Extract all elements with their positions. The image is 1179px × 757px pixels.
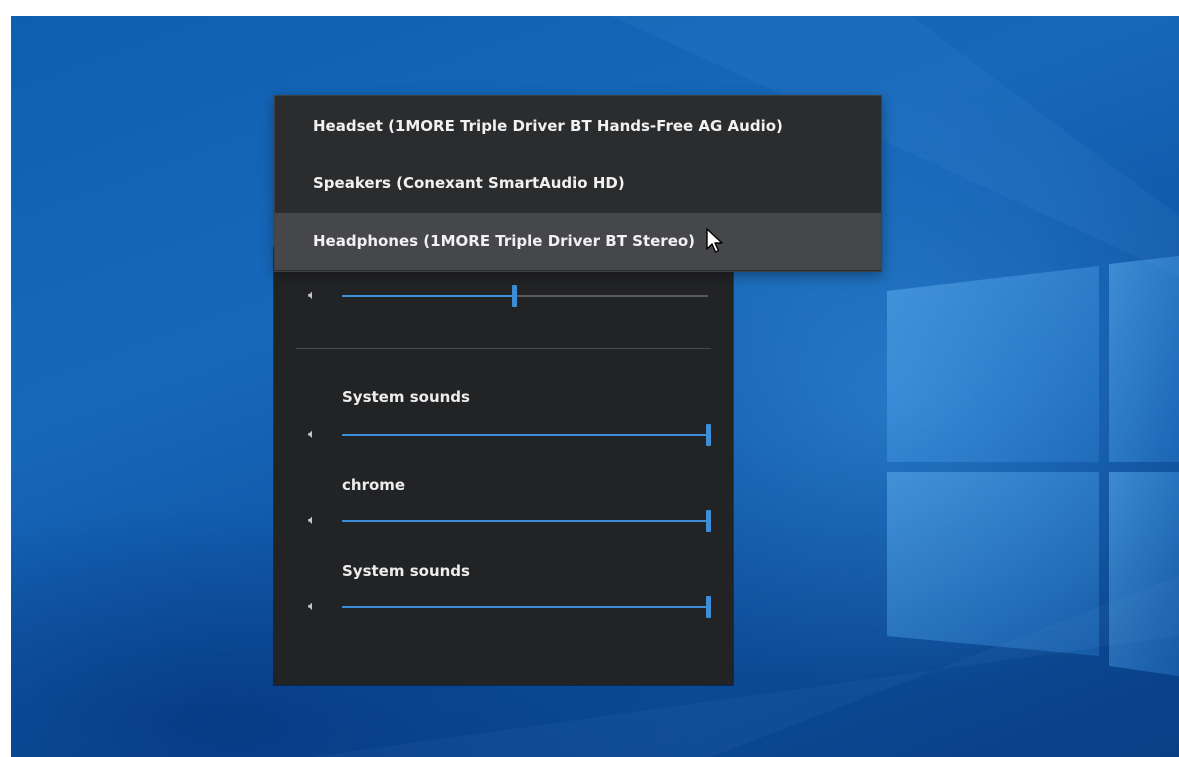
slider-thumb[interactable] xyxy=(512,285,518,307)
slider-fill xyxy=(342,434,708,436)
device-option-speakers[interactable]: Speakers (Conexant SmartAudio HD) xyxy=(275,155,881,212)
device-volume-slider[interactable] xyxy=(342,284,708,308)
device-volume-row: 🔈︎ xyxy=(308,284,708,308)
audio-device-dropdown: Headset (1MORE Triple Driver BT Hands-Fr… xyxy=(274,95,882,272)
slider-fill xyxy=(342,606,708,608)
speaker-icon[interactable]: 🔈︎ xyxy=(308,596,332,618)
app-volume-slider[interactable] xyxy=(342,595,711,619)
device-option-headphones[interactable]: Headphones (1MORE Triple Driver BT Stere… xyxy=(275,213,881,270)
app-name-label: chrome xyxy=(342,476,406,494)
device-option-headset[interactable]: Headset (1MORE Triple Driver BT Hands-Fr… xyxy=(275,98,881,155)
divider xyxy=(296,348,711,349)
speaker-icon[interactable]: 🔈︎ xyxy=(308,510,332,532)
volume-mixer-panel: 🔈︎ System sounds 🔈︎ chrome 🔈︎ System sou… xyxy=(274,248,733,685)
app-volume-row: 🔈︎ xyxy=(308,423,711,447)
app-volume-row: 🔈︎ xyxy=(308,595,711,619)
speaker-icon[interactable]: 🔈︎ xyxy=(308,424,332,446)
speaker-icon[interactable]: 🔈︎ xyxy=(308,285,332,307)
slider-fill xyxy=(342,295,515,297)
mouse-cursor-icon xyxy=(706,228,723,253)
app-name-label: System sounds xyxy=(342,562,470,580)
app-volume-slider[interactable] xyxy=(342,423,711,447)
app-name-label: System sounds xyxy=(342,388,470,406)
slider-fill xyxy=(342,520,708,522)
slider-thumb[interactable] xyxy=(706,424,711,446)
slider-thumb[interactable] xyxy=(706,510,711,532)
app-volume-slider[interactable] xyxy=(342,509,711,533)
app-volume-row: 🔈︎ xyxy=(308,509,711,533)
slider-thumb[interactable] xyxy=(706,596,711,618)
